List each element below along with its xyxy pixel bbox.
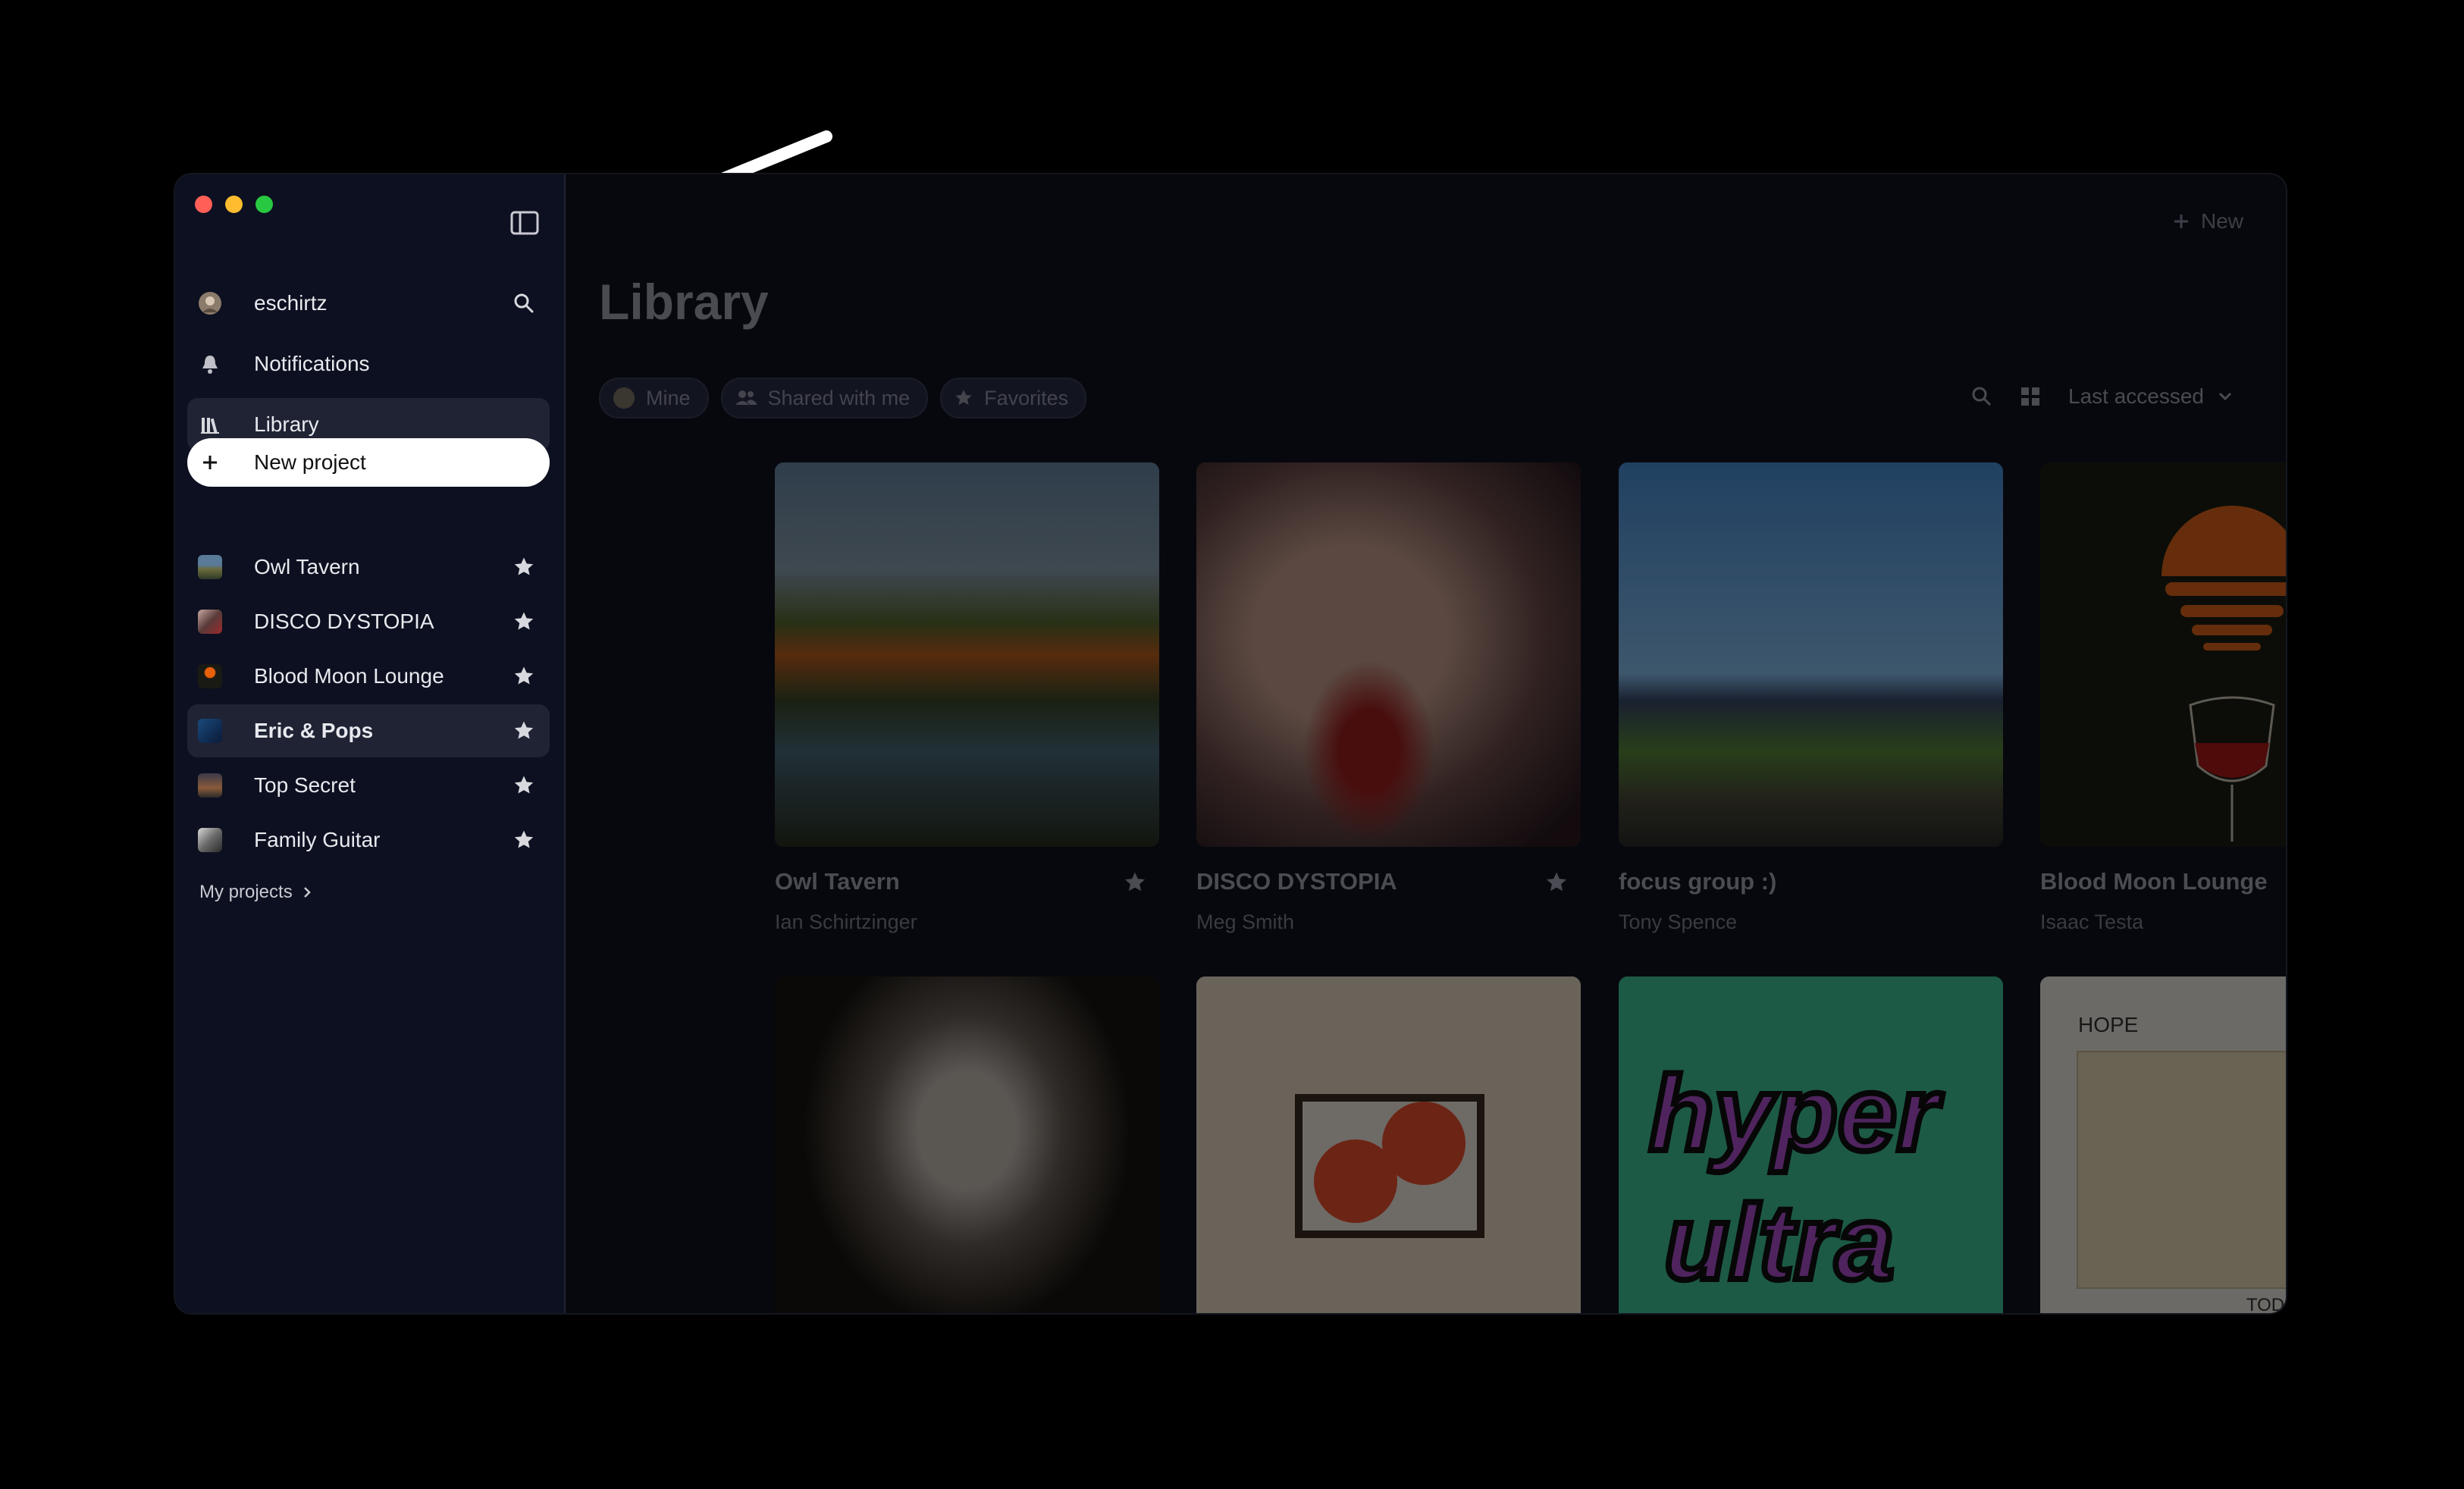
plus-icon [198,450,222,475]
chevron-down-icon [2218,392,2232,401]
filter-shared[interactable]: Shared with me [720,378,929,418]
star-icon[interactable] [510,663,538,690]
sidebar-project-eric-pops[interactable]: Eric & Pops [187,704,550,757]
my-projects-label: My projects [199,882,293,902]
project-artwork: HOPE TODD BOSTON [2040,976,2286,1313]
search-icon[interactable] [1971,386,1992,407]
project-artwork [2040,462,2286,847]
project-card[interactable]: Owl Tavern Ian Schirtzinger [775,462,1159,934]
sidebar-project-label: DISCO DYSTOPIA [254,610,434,633]
sidebar-project-family-guitar[interactable]: Family Guitar [187,813,550,867]
grid-view-icon[interactable] [2020,386,2041,407]
people-icon [735,390,757,405]
new-button-label: New [2200,209,2243,233]
new-project-label: New project [254,450,366,474]
star-icon[interactable] [510,772,538,799]
sort-label: Last accessed [2068,384,2204,408]
project-artwork [1619,462,2003,847]
project-card[interactable]: DISCO DYSTOPIA Meg Smith [1196,462,1581,934]
sidebar-project-label: Eric & Pops [254,719,374,742]
project-card[interactable]: Blood Moon Lounge Isaac Testa [2040,462,2286,934]
sidebar-project-blood-moon-lounge[interactable]: Blood Moon Lounge [187,650,550,703]
star-icon [955,390,972,406]
minimize-window-button[interactable] [225,196,243,213]
filter-label: Favorites [984,386,1069,409]
app-window: eschirtz Notifications Library New proje… [175,174,2286,1313]
artwork-text: HOPE [2078,1013,2139,1036]
project-card[interactable]: hyper ultra [1619,976,2003,1313]
sort-dropdown[interactable]: Last accessed [2068,384,2233,409]
sidebar-project-owl-tavern[interactable]: Owl Tavern [187,541,550,594]
zoom-window-button[interactable] [255,196,273,213]
filter-mine[interactable]: Mine [599,378,709,418]
sidebar-project-label: Owl Tavern [254,555,360,578]
project-artwork [775,462,1159,847]
card-title: Owl Tavern [775,868,900,895]
star-icon[interactable] [510,717,538,744]
avatar [613,387,635,409]
new-button[interactable]: New [2172,209,2243,234]
plus-icon [2174,215,2188,228]
sidebar-item-label: Library [254,412,319,436]
project-thumbnail [198,828,222,852]
sidebar-item-label: Notifications [254,352,370,375]
project-artwork [775,976,1159,1313]
filter-favorites[interactable]: Favorites [940,378,1087,418]
main-content: New Library Mine Shared with me Favorite… [566,174,2286,1313]
artwork-text: TODD BOSTON [2246,1295,2286,1313]
card-author: Meg Smith [1196,911,1295,933]
card-author: Ian Schirtzinger [775,911,917,933]
card-title: focus group :) [1619,868,1777,895]
sidebar-project-label: Top Secret [254,773,356,797]
sidebar-project-label: Blood Moon Lounge [254,664,444,688]
project-thumbnail [198,773,222,798]
card-author: Tony Spence [1619,911,1738,933]
filter-label: Shared with me [767,386,911,409]
star-icon[interactable] [510,826,538,854]
username: eschirtz [254,291,328,315]
library-tools: Last accessed [1971,378,2233,415]
page-title: Library [599,274,769,330]
project-card[interactable] [775,976,1159,1313]
card-title: Blood Moon Lounge [2040,868,2268,895]
chevron-right-icon [303,887,311,898]
project-artwork [1196,462,1581,847]
project-card[interactable]: focus group :) Tony Spence [1619,462,2003,934]
project-thumbnail [198,610,222,634]
project-artwork [1196,976,1581,1313]
sidebar-toggle-icon[interactable] [509,210,540,236]
window-controls [195,196,273,213]
artwork-text: hyper [1646,1051,1941,1176]
star-icon[interactable] [1123,870,1147,895]
card-title: DISCO DYSTOPIA [1196,868,1397,895]
project-thumbnail [198,555,222,579]
close-window-button[interactable] [195,196,212,213]
bell-icon [198,352,222,376]
card-author: Isaac Testa [2040,911,2144,933]
project-card[interactable]: HOPE TODD BOSTON [2040,976,2286,1313]
artwork-text: ultra [1661,1180,1897,1305]
project-card[interactable] [1196,976,1581,1313]
star-icon[interactable] [510,553,538,581]
my-projects-link[interactable]: My projects [199,882,312,903]
avatar [198,291,222,315]
new-project-button[interactable]: New project [187,438,550,487]
sidebar: eschirtz Notifications Library New proje… [175,174,566,1313]
sidebar-project-disco-dystopia[interactable]: DISCO DYSTOPIA [187,595,550,648]
filter-chips: Mine Shared with me Favorites [599,378,1087,418]
search-icon[interactable] [510,290,538,317]
project-thumbnail [198,719,222,743]
filter-label: Mine [646,386,691,409]
library-icon [198,412,222,437]
project-thumbnail [198,664,222,688]
user-row[interactable]: eschirtz [187,277,550,330]
project-artwork: hyper ultra [1619,976,2003,1313]
sidebar-project-top-secret[interactable]: Top Secret [187,759,550,812]
sidebar-item-notifications[interactable]: Notifications [187,337,550,390]
star-icon[interactable] [1544,870,1569,895]
sidebar-project-label: Family Guitar [254,828,381,851]
star-icon[interactable] [510,608,538,635]
